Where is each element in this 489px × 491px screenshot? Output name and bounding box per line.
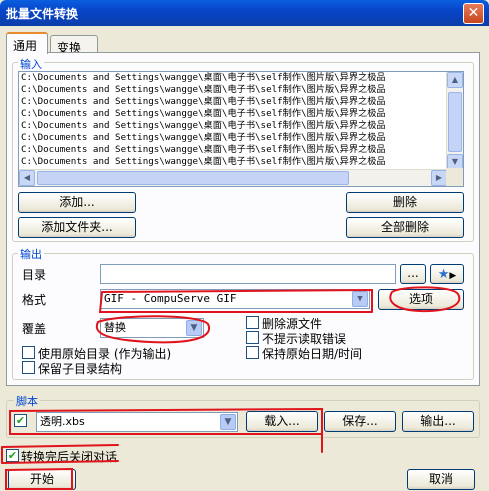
save-button[interactable]: 保存... — [324, 411, 396, 432]
format-value: GIF - CompuServe GIF — [104, 292, 237, 305]
output-group-label: 输出 — [18, 246, 44, 262]
list-item[interactable]: C:\Documents and Settings\wangge\桌面\电子书\… — [19, 156, 445, 168]
script-enabled-checkbox[interactable]: ✔ — [14, 414, 27, 427]
script-select[interactable]: 透明.xbs ▼ — [36, 412, 238, 432]
keep-subdir-label: 保留子目录结构 — [38, 362, 123, 376]
cancel-button[interactable]: 取消 — [407, 469, 475, 490]
directory-label: 目录 — [22, 268, 47, 282]
vertical-scrollbar[interactable]: ▲ ▼ — [446, 72, 463, 170]
favorites-button[interactable]: ★▶ — [430, 264, 464, 284]
arrow-right-icon: ▶ — [449, 271, 457, 281]
scroll-thumb[interactable] — [37, 171, 349, 185]
chevron-down-icon[interactable]: ▼ — [186, 320, 202, 336]
star-icon: ★ — [437, 267, 450, 282]
keep-subdir-checkbox[interactable] — [22, 361, 35, 374]
delete-source-checkbox[interactable] — [246, 316, 259, 329]
overwrite-label: 覆盖 — [22, 322, 47, 336]
delete-button[interactable]: 删除 — [346, 192, 464, 213]
scroll-left-icon[interactable]: ◀ — [19, 170, 35, 186]
directory-input[interactable] — [100, 264, 396, 284]
overwrite-value: 替换 — [104, 321, 126, 334]
title-bar: 批量文件转换 ✕ — [0, 0, 489, 26]
chevron-down-icon[interactable]: ▼ — [352, 291, 368, 307]
list-item[interactable]: C:\Documents and Settings\wangge\桌面\电子书\… — [19, 132, 445, 144]
scroll-right-icon[interactable]: ▶ — [431, 170, 447, 186]
list-item[interactable]: C:\Documents and Settings\wangge\桌面\电子书\… — [19, 120, 445, 132]
use-original-dir-checkbox[interactable] — [22, 346, 35, 359]
format-select[interactable]: GIF - CompuServe GIF ▼ — [100, 289, 370, 309]
close-after-label: 转换完后关闭对话 — [21, 450, 118, 464]
export-button[interactable]: 输出... — [402, 411, 474, 432]
add-folder-button[interactable]: 添加文件夹... — [18, 217, 136, 238]
window-title: 批量文件转换 — [6, 7, 79, 21]
list-item[interactable]: C:\Documents and Settings\wangge\桌面\电子书\… — [19, 84, 445, 96]
keep-date-checkbox[interactable] — [246, 346, 259, 359]
list-item[interactable]: C:\Documents and Settings\wangge\桌面\电子书\… — [19, 108, 445, 120]
overwrite-select[interactable]: 替换 ▼ — [100, 318, 204, 338]
format-label: 格式 — [22, 293, 47, 307]
close-after-checkbox[interactable]: ✔ — [6, 449, 19, 462]
scroll-corner — [446, 168, 463, 186]
load-button[interactable]: 载入... — [246, 411, 318, 432]
script-group-label: 脚本 — [14, 393, 40, 409]
close-button[interactable]: ✕ — [463, 3, 484, 24]
no-read-errors-checkbox[interactable] — [246, 331, 259, 344]
start-button[interactable]: 开始 — [8, 469, 76, 490]
scroll-thumb[interactable] — [448, 92, 462, 152]
keep-date-label: 保持原始日期/时间 — [262, 347, 363, 361]
horizontal-scrollbar[interactable]: ◀ ▶ — [19, 169, 447, 186]
list-item[interactable]: C:\Documents and Settings\wangge\桌面\电子书\… — [19, 144, 445, 156]
input-group-label: 输入 — [18, 56, 44, 72]
add-button[interactable]: 添加... — [18, 192, 136, 213]
tab-general[interactable]: 通用 — [6, 32, 48, 54]
scroll-up-icon[interactable]: ▲ — [447, 72, 463, 88]
list-item[interactable]: C:\Documents and Settings\wangge\桌面\电子书\… — [19, 72, 445, 84]
browse-button[interactable]: ... — [400, 264, 426, 284]
chevron-down-icon[interactable]: ▼ — [220, 414, 236, 430]
options-button[interactable]: 选项 — [378, 289, 464, 310]
list-item[interactable]: C:\Documents and Settings\wangge\桌面\电子书\… — [19, 96, 445, 108]
script-value: 透明.xbs — [40, 415, 85, 428]
delete-all-button[interactable]: 全部删除 — [346, 217, 464, 238]
file-list[interactable]: C:\Documents and Settings\wangge\桌面\电子书\… — [18, 71, 464, 187]
